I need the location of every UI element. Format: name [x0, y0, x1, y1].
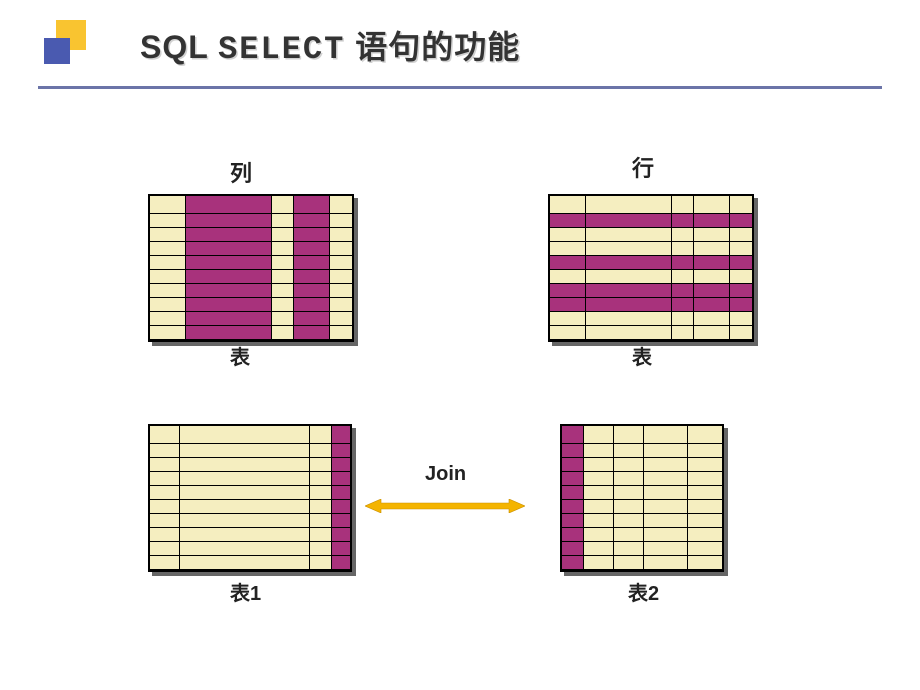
label-columns: 列 — [230, 156, 252, 188]
label-table-right: 表 — [632, 341, 652, 370]
table-join-left — [148, 424, 352, 572]
label-join: Join — [425, 463, 466, 486]
diagram-area: 列 行 表 表 — [0, 89, 920, 649]
label-table1: 表1 — [230, 577, 261, 606]
logo-icon — [40, 20, 90, 70]
table-row-selection — [548, 194, 754, 342]
join-arrow-icon — [365, 499, 525, 513]
table-join-right — [560, 424, 724, 572]
title-pre: SQL — [140, 29, 218, 65]
label-table2: 表2 — [628, 577, 659, 606]
title-keyword: SELECT — [218, 31, 345, 68]
table-column-projection — [148, 194, 354, 342]
title-post: 语句的功能 — [345, 29, 520, 65]
label-rows: 行 — [632, 151, 654, 183]
slide-header: SQL SELECT 语句的功能 — [0, 0, 920, 78]
slide-title: SQL SELECT 语句的功能 — [140, 22, 520, 68]
label-table-left: 表 — [230, 341, 250, 370]
